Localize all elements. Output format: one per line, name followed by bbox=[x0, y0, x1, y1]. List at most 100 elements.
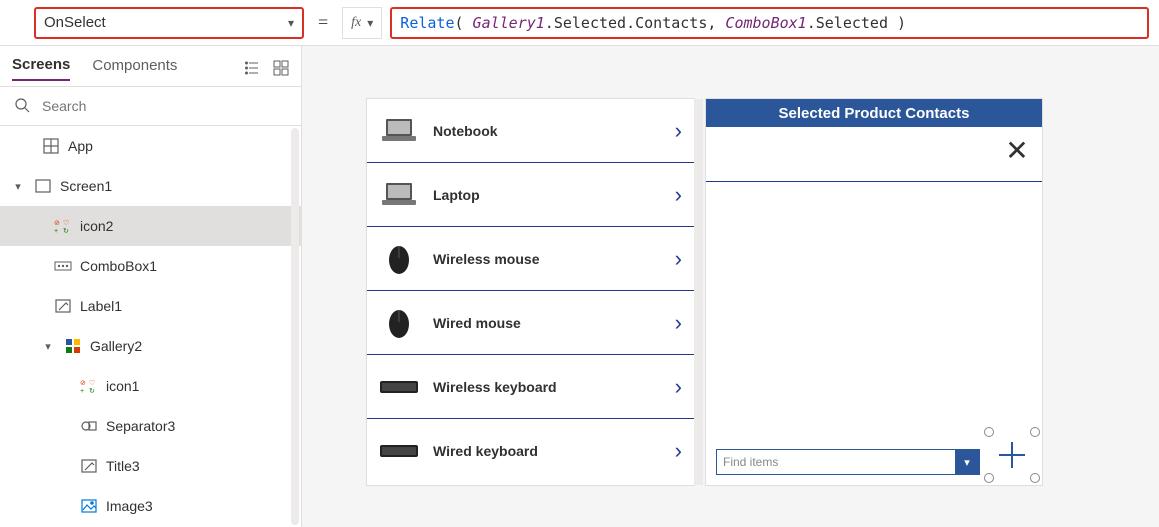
selection-handle[interactable] bbox=[984, 473, 994, 483]
svg-text:↻: ↻ bbox=[63, 228, 69, 234]
gallery-item-label: Wired mouse bbox=[433, 315, 661, 331]
expander-icon[interactable]: ▾ bbox=[40, 340, 56, 353]
scrollbar[interactable] bbox=[694, 99, 703, 485]
combobox[interactable]: ▾ bbox=[716, 449, 980, 475]
tree-grid-icon[interactable] bbox=[273, 60, 289, 76]
gallery-item[interactable]: Wireless mouse › bbox=[367, 227, 694, 291]
card-header: Selected Product Contacts bbox=[706, 99, 1042, 127]
svg-text:♡: ♡ bbox=[89, 379, 95, 387]
search-icon bbox=[14, 97, 30, 116]
selection-handle[interactable] bbox=[984, 427, 994, 437]
icon-control-icon: ⊘♡+↻ bbox=[80, 378, 98, 394]
tree-node-app[interactable]: App bbox=[0, 126, 301, 166]
gallery-item[interactable]: Laptop › bbox=[367, 163, 694, 227]
selection-handle[interactable] bbox=[1030, 427, 1040, 437]
tree-node-label1[interactable]: Label1 bbox=[0, 286, 301, 326]
gallery-item-label: Notebook bbox=[433, 123, 661, 139]
app-icon bbox=[42, 138, 60, 154]
product-thumbnail bbox=[379, 178, 419, 212]
divider bbox=[706, 181, 1042, 182]
chevron-down-icon[interactable]: ▾ bbox=[955, 450, 979, 474]
product-thumbnail bbox=[379, 242, 419, 276]
tree-node-title3[interactable]: Title3 bbox=[0, 446, 301, 486]
screen-icon bbox=[34, 178, 52, 194]
formula-bar: OnSelect ▾ = fx ▾ Relate( Gallery1.Selec… bbox=[0, 0, 1159, 46]
separator-icon bbox=[80, 418, 98, 434]
tree-node-screen1[interactable]: ▾ Screen1 bbox=[0, 166, 301, 206]
tree-tabs: Screens Components bbox=[0, 46, 301, 86]
tree-label: Image3 bbox=[106, 498, 153, 514]
svg-text:⊘: ⊘ bbox=[54, 220, 60, 227]
gallery-list[interactable]: Notebook›Laptop›Wireless mouse›Wired mou… bbox=[366, 98, 695, 486]
tab-components[interactable]: Components bbox=[92, 57, 177, 80]
tree-node-image3[interactable]: Image3 bbox=[0, 486, 301, 526]
tree-label: App bbox=[68, 138, 93, 154]
gallery-item[interactable]: Notebook › bbox=[367, 99, 694, 163]
property-selector[interactable]: OnSelect ▾ bbox=[34, 7, 304, 39]
gallery-item-label: Laptop bbox=[433, 187, 661, 203]
tree-scroll[interactable]: App ▾ Screen1 ⊘♡+↻ icon2 ComboBox1 bbox=[0, 126, 301, 527]
product-thumbnail bbox=[379, 306, 419, 340]
fx-button[interactable]: fx ▾ bbox=[342, 7, 382, 39]
property-selector-value: OnSelect bbox=[44, 14, 106, 31]
gallery-icon bbox=[64, 338, 82, 354]
fx-icon: fx bbox=[351, 15, 361, 31]
tree-label: Title3 bbox=[106, 458, 140, 474]
product-thumbnail bbox=[379, 434, 419, 468]
add-icon-control[interactable] bbox=[988, 431, 1036, 479]
tree-collapse-icon[interactable] bbox=[245, 60, 261, 76]
svg-text:⊘: ⊘ bbox=[80, 380, 86, 387]
formula-token: .Selected ) bbox=[807, 14, 906, 32]
tree-node-separator3[interactable]: Separator3 bbox=[0, 406, 301, 446]
tree-node-icon1[interactable]: ⊘♡+↻ icon1 bbox=[0, 366, 301, 406]
tree-label: icon2 bbox=[80, 218, 113, 234]
selected-contacts-card: Selected Product Contacts ✕ ▾ bbox=[705, 98, 1043, 486]
label-icon bbox=[54, 298, 72, 314]
gallery-item-label: Wireless keyboard bbox=[433, 379, 661, 395]
close-icon[interactable]: ✕ bbox=[998, 131, 1036, 169]
formula-token: Relate bbox=[400, 14, 454, 32]
combobox-icon bbox=[54, 259, 72, 273]
tree-label: Screen1 bbox=[60, 178, 112, 194]
tree-node-combobox1[interactable]: ComboBox1 bbox=[0, 246, 301, 286]
gallery-item[interactable]: Wired keyboard › bbox=[367, 419, 694, 483]
canvas[interactable]: Notebook›Laptop›Wireless mouse›Wired mou… bbox=[302, 46, 1159, 527]
chevron-right-icon[interactable]: › bbox=[675, 438, 682, 464]
tab-screens[interactable]: Screens bbox=[12, 56, 70, 81]
image-icon bbox=[80, 498, 98, 514]
svg-text:♡: ♡ bbox=[63, 219, 69, 227]
chevron-right-icon[interactable]: › bbox=[675, 182, 682, 208]
tree-label: Separator3 bbox=[106, 418, 175, 434]
formula-token: Gallery1 bbox=[473, 14, 545, 32]
svg-text:↻: ↻ bbox=[89, 388, 95, 394]
tree-search[interactable] bbox=[0, 86, 301, 126]
formula-token: ( bbox=[454, 14, 472, 32]
selection-handle[interactable] bbox=[1030, 473, 1040, 483]
chevron-right-icon[interactable]: › bbox=[675, 246, 682, 272]
expander-icon[interactable]: ▾ bbox=[10, 180, 26, 193]
gallery-item[interactable]: Wireless keyboard › bbox=[367, 355, 694, 419]
chevron-right-icon[interactable]: › bbox=[675, 374, 682, 400]
main-area: Screens Components bbox=[0, 46, 1159, 527]
gallery-item[interactable]: Wired mouse › bbox=[367, 291, 694, 355]
tree-panel: Screens Components bbox=[0, 46, 302, 527]
tree-label: ComboBox1 bbox=[80, 258, 157, 274]
product-thumbnail bbox=[379, 370, 419, 404]
chevron-right-icon[interactable]: › bbox=[675, 118, 682, 144]
gallery-item-label: Wireless mouse bbox=[433, 251, 661, 267]
formula-token: .Selected.Contacts, bbox=[545, 14, 726, 32]
chevron-right-icon[interactable]: › bbox=[675, 310, 682, 336]
formula-input[interactable]: Relate( Gallery1.Selected.Contacts, Comb… bbox=[390, 7, 1149, 39]
tree-label: Label1 bbox=[80, 298, 122, 314]
product-thumbnail bbox=[379, 114, 419, 148]
icon-control-icon: ⊘♡ + ↻ bbox=[54, 218, 72, 234]
gallery-item-label: Wired keyboard bbox=[433, 443, 661, 459]
tree-node-gallery2[interactable]: ▾ Gallery2 bbox=[0, 326, 301, 366]
tree-node-icon2[interactable]: ⊘♡ + ↻ icon2 bbox=[0, 206, 301, 246]
chevron-down-icon: ▾ bbox=[288, 16, 294, 30]
scrollbar[interactable] bbox=[291, 128, 299, 525]
search-input[interactable] bbox=[40, 97, 287, 115]
label-icon bbox=[80, 458, 98, 474]
svg-text:+: + bbox=[54, 228, 58, 234]
combobox-input[interactable] bbox=[717, 450, 955, 474]
